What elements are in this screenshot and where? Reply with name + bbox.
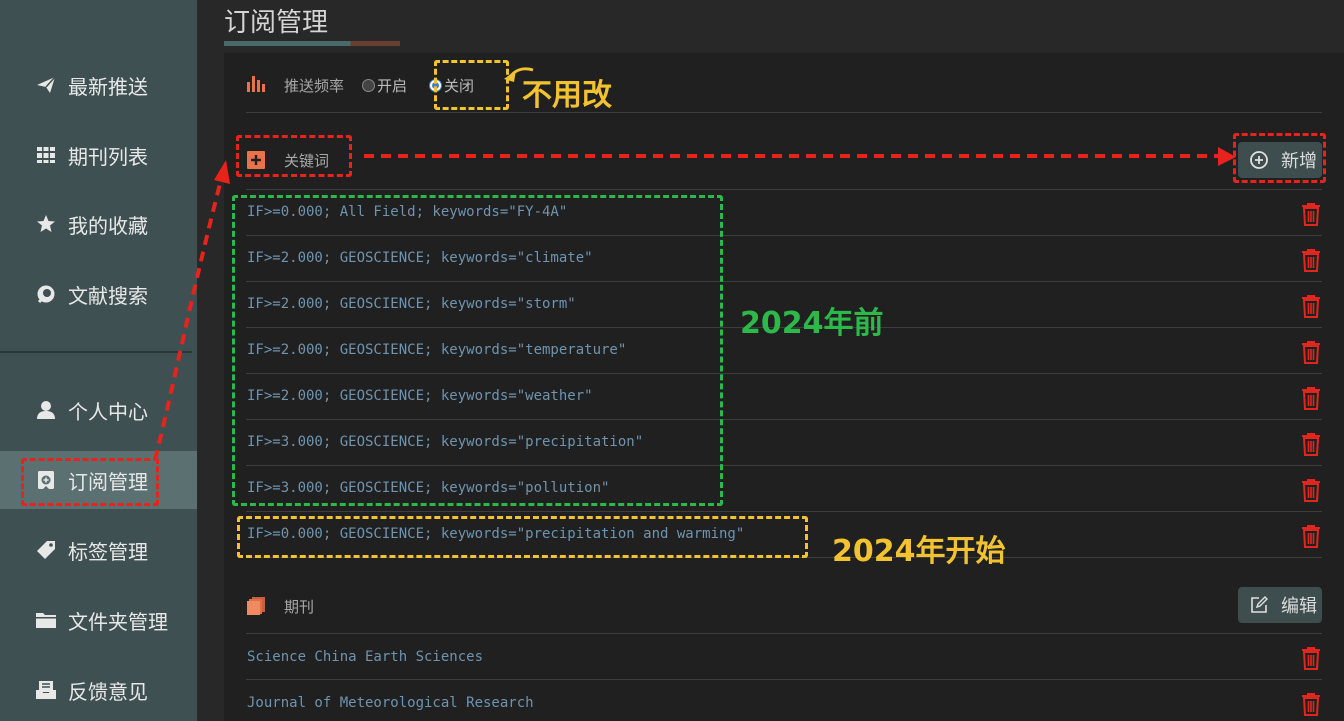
sidebar-item-subscription[interactable]: 订阅管理 xyxy=(0,451,197,509)
sidebar-divider xyxy=(0,351,192,353)
star-badge-icon xyxy=(35,213,57,235)
sidebar-item-label: 订阅管理 xyxy=(68,469,148,494)
radio-on-label: 开启 xyxy=(377,76,408,95)
tag-icon xyxy=(35,539,57,561)
sidebar-item-label: 最新推送 xyxy=(68,74,148,99)
sidebar-item-journal-list[interactable]: 期刊列表 xyxy=(0,126,197,184)
divider xyxy=(246,112,1322,113)
page-title: 订阅管理 xyxy=(224,8,329,38)
sidebar-item-label: 文献搜索 xyxy=(68,283,148,308)
user-icon xyxy=(35,399,57,421)
books-icon xyxy=(35,144,57,166)
keyword-row: IF>=2.000; GEOSCIENCE; keywords="storm" xyxy=(247,296,576,312)
add-keyword-button[interactable]: 新增 xyxy=(1238,142,1322,178)
push-frequency-label: 推送频率 xyxy=(284,76,345,95)
sidebar-item-label: 期刊列表 xyxy=(68,144,148,169)
divider xyxy=(246,511,1322,512)
content-panel xyxy=(224,53,1344,721)
annotation-no-change: 不用改 xyxy=(522,78,612,113)
keyword-row: IF>=3.000; GEOSCIENCE; keywords="polluti… xyxy=(247,480,610,496)
trash-icon[interactable] xyxy=(1300,478,1322,502)
sidebar-item-label: 文件夹管理 xyxy=(68,609,168,634)
trash-icon[interactable] xyxy=(1300,386,1322,410)
sidebar-item-tag-management[interactable]: 标签管理 xyxy=(0,521,197,579)
radio-off-dot[interactable] xyxy=(429,78,443,92)
divider xyxy=(246,465,1322,466)
trash-icon[interactable] xyxy=(1300,340,1322,364)
trash-icon[interactable] xyxy=(1300,294,1322,318)
divider xyxy=(246,679,1322,680)
divider xyxy=(246,557,1322,558)
folder-icon xyxy=(35,609,57,631)
sidebar-item-label: 反馈意见 xyxy=(68,679,148,704)
annotation-before-2024: 2024年前 xyxy=(740,306,884,341)
annotation-from-2024: 2024年开始 xyxy=(832,534,1006,569)
divider xyxy=(246,235,1322,236)
sidebar-item-literature-search[interactable]: 文献搜索 xyxy=(0,265,197,323)
radio-off[interactable]: 关闭 xyxy=(429,75,474,96)
sidebar-item-favorites[interactable]: 我的收藏 xyxy=(0,195,197,253)
trash-icon[interactable] xyxy=(1300,524,1322,548)
sidebar-item-latest-push[interactable]: 最新推送 xyxy=(0,56,197,114)
bar-chart-icon xyxy=(246,73,268,97)
add-keyword-label: 新增 xyxy=(1281,151,1317,172)
paper-plane-icon xyxy=(35,74,57,96)
search-bubble-icon xyxy=(35,283,57,305)
edit-icon xyxy=(1249,595,1269,615)
subscription-icon xyxy=(35,469,57,491)
sidebar-item-label: 个人中心 xyxy=(68,399,148,424)
radio-off-label: 关闭 xyxy=(444,76,475,95)
keyword-row: IF>=3.000; GEOSCIENCE; keywords="precipi… xyxy=(247,434,644,450)
divider xyxy=(246,633,1322,634)
sidebar-item-profile[interactable]: 个人中心 xyxy=(0,381,197,439)
add-square-icon xyxy=(246,150,266,170)
sidebar: 最新推送 期刊列表 我的收藏 文献搜索 个人中心 订阅管理 标签管理 文件夹管理… xyxy=(0,0,197,721)
journals-title: 期刊 xyxy=(284,597,315,616)
edit-journals-button[interactable]: 编辑 xyxy=(1238,587,1322,623)
sidebar-item-feedback[interactable]: 反馈意见 xyxy=(0,661,197,719)
keyword-row: IF>=2.000; GEOSCIENCE; keywords="tempera… xyxy=(247,342,627,358)
sidebar-item-label: 标签管理 xyxy=(68,539,148,564)
trash-icon[interactable] xyxy=(1300,432,1322,456)
divider xyxy=(246,281,1322,282)
trash-icon[interactable] xyxy=(1300,692,1322,716)
journal-row: Journal of Meteorological Research xyxy=(247,695,534,711)
trash-icon[interactable] xyxy=(1300,202,1322,226)
plus-circle-icon xyxy=(1249,150,1269,170)
trash-icon[interactable] xyxy=(1300,248,1322,272)
keyword-row: IF>=2.000; GEOSCIENCE; keywords="climate… xyxy=(247,250,593,266)
push-frequency-row: 推送频率 开启 关闭 xyxy=(246,66,496,104)
journals-header: 期刊 xyxy=(246,591,314,621)
edit-journals-label: 编辑 xyxy=(1281,596,1317,617)
divider xyxy=(246,373,1322,374)
keyword-row: IF>=2.000; GEOSCIENCE; keywords="weather… xyxy=(247,388,593,404)
sidebar-item-folder-management[interactable]: 文件夹管理 xyxy=(0,591,197,649)
keyword-row: IF>=0.000; GEOSCIENCE; keywords="precipi… xyxy=(247,526,745,542)
radio-on[interactable]: 开启 xyxy=(362,75,407,96)
trash-icon[interactable] xyxy=(1300,646,1322,670)
divider xyxy=(246,419,1322,420)
radio-on-dot[interactable] xyxy=(362,78,376,92)
sidebar-item-label: 我的收藏 xyxy=(68,213,148,238)
inbox-icon xyxy=(35,679,57,701)
journals-icon xyxy=(246,596,266,616)
journal-row: Science China Earth Sciences xyxy=(247,649,484,665)
divider xyxy=(246,189,1322,190)
title-underline xyxy=(224,41,400,46)
keyword-row: IF>=0.000; All Field; keywords="FY-4A" xyxy=(247,204,568,220)
keywords-header: 关键词 xyxy=(246,145,329,175)
keywords-title: 关键词 xyxy=(284,151,330,170)
